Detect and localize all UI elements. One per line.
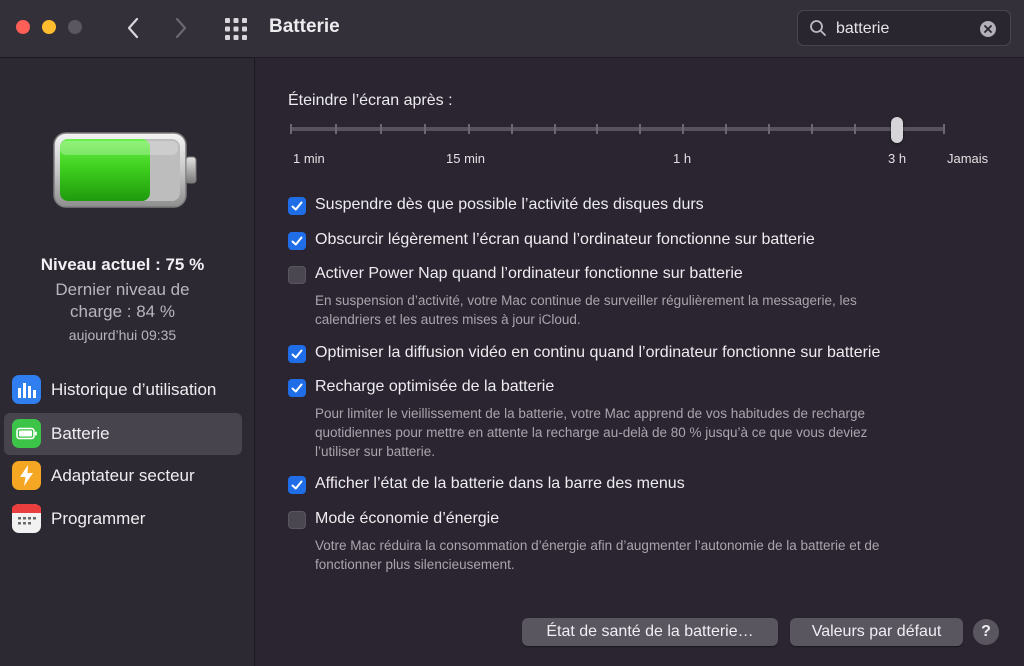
usage-history-icon <box>12 375 41 404</box>
display-off-slider-track[interactable] <box>290 127 944 131</box>
chevron-right-icon <box>175 17 187 39</box>
option-label: Activer Power Nap quand l’ordinateur fon… <box>315 265 743 282</box>
description-line: quotidiennes pour mettre en attente la r… <box>315 425 868 440</box>
chevron-left-icon <box>127 17 139 39</box>
checkbox[interactable] <box>288 266 306 284</box>
back-button[interactable] <box>121 14 145 42</box>
option-label: Recharge optimisée de la batterie <box>315 378 555 395</box>
sidebar-item-schedule[interactable]: Programmer <box>4 498 242 540</box>
display-off-slider-thumb[interactable] <box>891 117 903 143</box>
slider-tick <box>290 124 292 134</box>
main-panel: Éteindre l’écran après : 1 min 15 min 1 … <box>256 59 1024 666</box>
close-window-button[interactable] <box>16 20 30 34</box>
current-level-text: Niveau actuel : 75 % <box>40 255 205 274</box>
minimize-window-button[interactable] <box>42 20 56 34</box>
display-off-title: Éteindre l’écran après : <box>288 92 453 109</box>
battery-health-button[interactable]: État de santé de la batterie… <box>522 618 778 646</box>
sidebar-item-battery[interactable]: Batterie <box>4 413 242 455</box>
checkbox[interactable] <box>288 511 306 529</box>
checkbox[interactable] <box>288 345 306 363</box>
tick-label-15min: 15 min <box>446 151 486 166</box>
option-label: Mode économie d’énergie <box>315 510 500 527</box>
slider-tick <box>468 124 470 134</box>
forward-button[interactable] <box>169 14 193 42</box>
checkbox[interactable] <box>288 476 306 494</box>
zoom-window-button[interactable] <box>68 20 82 34</box>
help-button[interactable]: ? <box>973 619 999 645</box>
clear-search-icon[interactable] <box>979 20 997 38</box>
slider-tick <box>424 124 426 134</box>
option-label: Suspendre dès que possible l’activité de… <box>315 196 704 213</box>
restore-defaults-button[interactable]: Valeurs par défaut <box>790 618 963 646</box>
option-description: Pour limiter le vieillissement de la bat… <box>315 404 1005 461</box>
slider-tick <box>682 124 684 134</box>
title-bar: Batterie <box>0 0 1024 58</box>
sidebar-item-label: Historique d’utilisation <box>51 380 217 399</box>
slider-tick <box>943 124 945 134</box>
tick-label-3h: 3 h <box>888 151 907 166</box>
checkmark-icon <box>291 349 303 359</box>
search-field[interactable] <box>797 10 1011 46</box>
sidebar-item-power-adapter[interactable]: Adaptateur secteur <box>4 455 242 497</box>
slider-tick <box>639 124 641 134</box>
grid-icon <box>225 18 247 40</box>
slider-tick <box>380 124 382 134</box>
calendar-icon <box>12 504 41 533</box>
slider-tick <box>511 124 513 134</box>
slider-tick <box>596 124 598 134</box>
slider-tick <box>811 124 813 134</box>
sidebar-item-label: Programmer <box>51 509 146 528</box>
battery-level-graphic <box>53 132 197 208</box>
last-charge-line1: Dernier niveau de <box>55 280 190 299</box>
option-label: Obscurcir légèrement l’écran quand l’ord… <box>315 231 815 248</box>
option-label: Afficher l’état de la batterie dans la b… <box>315 475 685 492</box>
battery-icon <box>12 419 41 448</box>
checkmark-icon <box>291 201 303 211</box>
option-label: Optimiser la diffusion vidéo en continu … <box>315 344 881 361</box>
checkmark-icon <box>291 480 303 490</box>
last-charge-line2: charge : 84 % <box>70 302 175 321</box>
checkmark-icon <box>291 236 303 246</box>
slider-tick <box>554 124 556 134</box>
checkbox[interactable] <box>288 197 306 215</box>
description-line: l’utiliser sur batterie. <box>315 444 436 459</box>
checkbox[interactable] <box>288 232 306 250</box>
tick-label-never: Jamais <box>947 151 989 166</box>
description-line: En suspension d’activité, votre Mac cont… <box>315 293 857 308</box>
last-charge-time: aujourd’hui 09:35 <box>68 327 177 343</box>
option-description: En suspension d’activité, votre Mac cont… <box>315 291 1005 329</box>
checkbox[interactable] <box>288 379 306 397</box>
slider-tick <box>854 124 856 134</box>
description-line: Votre Mac réduira la consommation d’éner… <box>315 538 880 553</box>
slider-tick <box>768 124 770 134</box>
description-line: Pour limiter le vieillissement de la bat… <box>315 406 866 421</box>
last-charge-text: Dernier niveau de charge : 84 % <box>0 279 245 323</box>
show-all-button[interactable] <box>224 17 248 41</box>
tick-label-1min: 1 min <box>293 151 325 166</box>
option-description: Votre Mac réduira la consommation d’éner… <box>315 536 1005 574</box>
tick-label-1h: 1 h <box>673 151 692 166</box>
description-line: fonctionner plus silencieusement. <box>315 557 515 572</box>
slider-tick <box>335 124 337 134</box>
search-input[interactable] <box>836 18 976 40</box>
slider-tick <box>725 124 727 134</box>
description-line: calendriers et les autres mises à jour i… <box>315 312 581 327</box>
sidebar-item-label: Adaptateur secteur <box>51 466 195 485</box>
power-adapter-icon <box>12 461 41 490</box>
sidebar: Niveau actuel : 75 % Dernier niveau de c… <box>0 59 255 666</box>
sidebar-item-label: Batterie <box>51 424 110 443</box>
checkmark-icon <box>291 383 303 393</box>
sidebar-item-usage-history[interactable]: Historique d’utilisation <box>4 369 242 411</box>
search-icon <box>810 20 826 36</box>
window-title: Batterie <box>269 16 340 37</box>
